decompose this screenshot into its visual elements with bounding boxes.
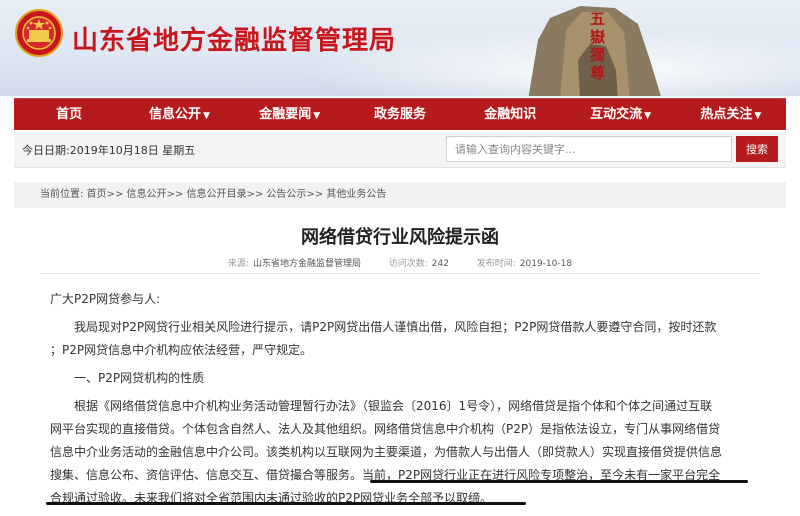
article-line: 广大P2P网贷参与人: bbox=[50, 292, 161, 306]
breadcrumb-separator: >> bbox=[306, 189, 324, 200]
date-label: 发布时间: bbox=[476, 259, 516, 269]
breadcrumb-link[interactable]: 公告公示 bbox=[266, 189, 306, 200]
meta-divider bbox=[40, 273, 760, 274]
today-date: 今日日期:2019年10月18日 星期五 bbox=[22, 144, 196, 157]
search-button[interactable]: 搜索 bbox=[736, 136, 778, 162]
article-line: 我局现对P2P网贷行业相关风险进行提示，请P2P网贷出借人谨慎出借，风险自担；P… bbox=[50, 320, 717, 334]
breadcrumb-link[interactable]: 首页 bbox=[87, 189, 107, 200]
nav-item-label: 首页 bbox=[56, 107, 83, 122]
national-emblem-icon bbox=[15, 9, 63, 57]
breadcrumb-link[interactable]: 其他业务公告 bbox=[326, 189, 386, 200]
svg-text:獨: 獨 bbox=[589, 46, 605, 64]
caret-down-icon: ▼ bbox=[754, 111, 762, 121]
site-header: 山东省地方金融监督管理局 五 嶽 獨 尊 bbox=[0, 0, 800, 96]
handdrawn-underline bbox=[370, 480, 748, 483]
breadcrumb-link[interactable]: 信息公开 bbox=[127, 189, 167, 200]
handdrawn-underline bbox=[46, 502, 526, 505]
article-line: 根据《网络借贷信息中介机构业务活动管理暂行办法》（银监会〔2016〕1号令），网… bbox=[50, 399, 713, 413]
nav-item-label: 互动交流 bbox=[590, 107, 643, 122]
nav-item-label: 金融要闻 bbox=[259, 107, 312, 122]
breadcrumb-separator: >> bbox=[106, 189, 124, 200]
breadcrumb-link[interactable]: 信息公开目录 bbox=[186, 189, 246, 200]
mount-tai-stone-icon: 五 嶽 獨 尊 bbox=[528, 6, 661, 96]
nav-item[interactable]: 金融知识 bbox=[455, 99, 565, 130]
nav-item[interactable]: 政务服务 bbox=[345, 99, 455, 130]
breadcrumb-prefix: 当前位置: bbox=[40, 189, 84, 200]
site-title: 山东省地方金融监督管理局 bbox=[72, 26, 397, 56]
caret-down-icon: ▼ bbox=[644, 111, 652, 121]
views-label: 访问次数: bbox=[388, 259, 428, 269]
nav-item-label: 信息公开 bbox=[148, 107, 201, 122]
nav-item-label: 热点关注 bbox=[700, 107, 753, 122]
article-title: 网络借贷行业风险提示函 bbox=[301, 227, 499, 248]
caret-down-icon: ▼ bbox=[313, 111, 321, 121]
article-date: 2019-10-18 bbox=[519, 259, 573, 269]
breadcrumb-separator: >> bbox=[166, 189, 184, 200]
article-views: 242 bbox=[431, 259, 449, 269]
article-line: 信息中介业务活动的金融信息中介公司。该类机构以互联网为主要渠道，为借款人与出借人… bbox=[50, 445, 723, 459]
source-label: 来源: bbox=[227, 259, 249, 269]
svg-text:五: 五 bbox=[590, 10, 605, 28]
nav-item[interactable]: 首页 bbox=[14, 99, 124, 130]
date-search-bar: 今日日期:2019年10月18日 星期五 搜索 bbox=[14, 132, 786, 168]
nav-item[interactable]: 互动交流 ▼ bbox=[565, 99, 675, 130]
search-input[interactable] bbox=[446, 136, 732, 162]
caret-down-icon: ▼ bbox=[202, 111, 210, 121]
nav-item[interactable]: 信息公开 ▼ bbox=[124, 99, 234, 130]
breadcrumb-separator: >> bbox=[246, 189, 264, 200]
svg-text:嶽: 嶽 bbox=[590, 28, 606, 46]
article-source: 山东省地方金融监督管理局 bbox=[252, 259, 361, 269]
nav-item[interactable]: 金融要闻 ▼ bbox=[235, 99, 345, 130]
nav-item-label: 金融知识 bbox=[484, 107, 537, 122]
breadcrumb: 当前位置: 首页>> 信息公开>> 信息公开目录>> 公告公示>> 其他业务公告 bbox=[14, 182, 786, 208]
nav-item[interactable]: 热点关注 ▼ bbox=[676, 99, 786, 130]
nav-item-label: 政务服务 bbox=[373, 107, 426, 122]
svg-text:尊: 尊 bbox=[590, 64, 605, 82]
article-meta: 来源: 山东省地方金融监督管理局 访问次数: 242 发布时间: 2019-10-18 bbox=[0, 256, 800, 269]
article-line: ；P2P网贷信息中介机构应依法经营，严守规定。 bbox=[50, 343, 313, 357]
main-nav: 首页 信息公开 ▼ 金融要闻 ▼ 政务服务 金融知识 互动交流 ▼ 热点关注 ▼ bbox=[14, 98, 786, 130]
article-line: 一、P2P网贷机构的性质 bbox=[50, 371, 205, 385]
article-line: 网平台实现的直接借贷。个体包含自然人、法人及其他组织。网络借贷信息中介机构（P2… bbox=[50, 422, 721, 436]
